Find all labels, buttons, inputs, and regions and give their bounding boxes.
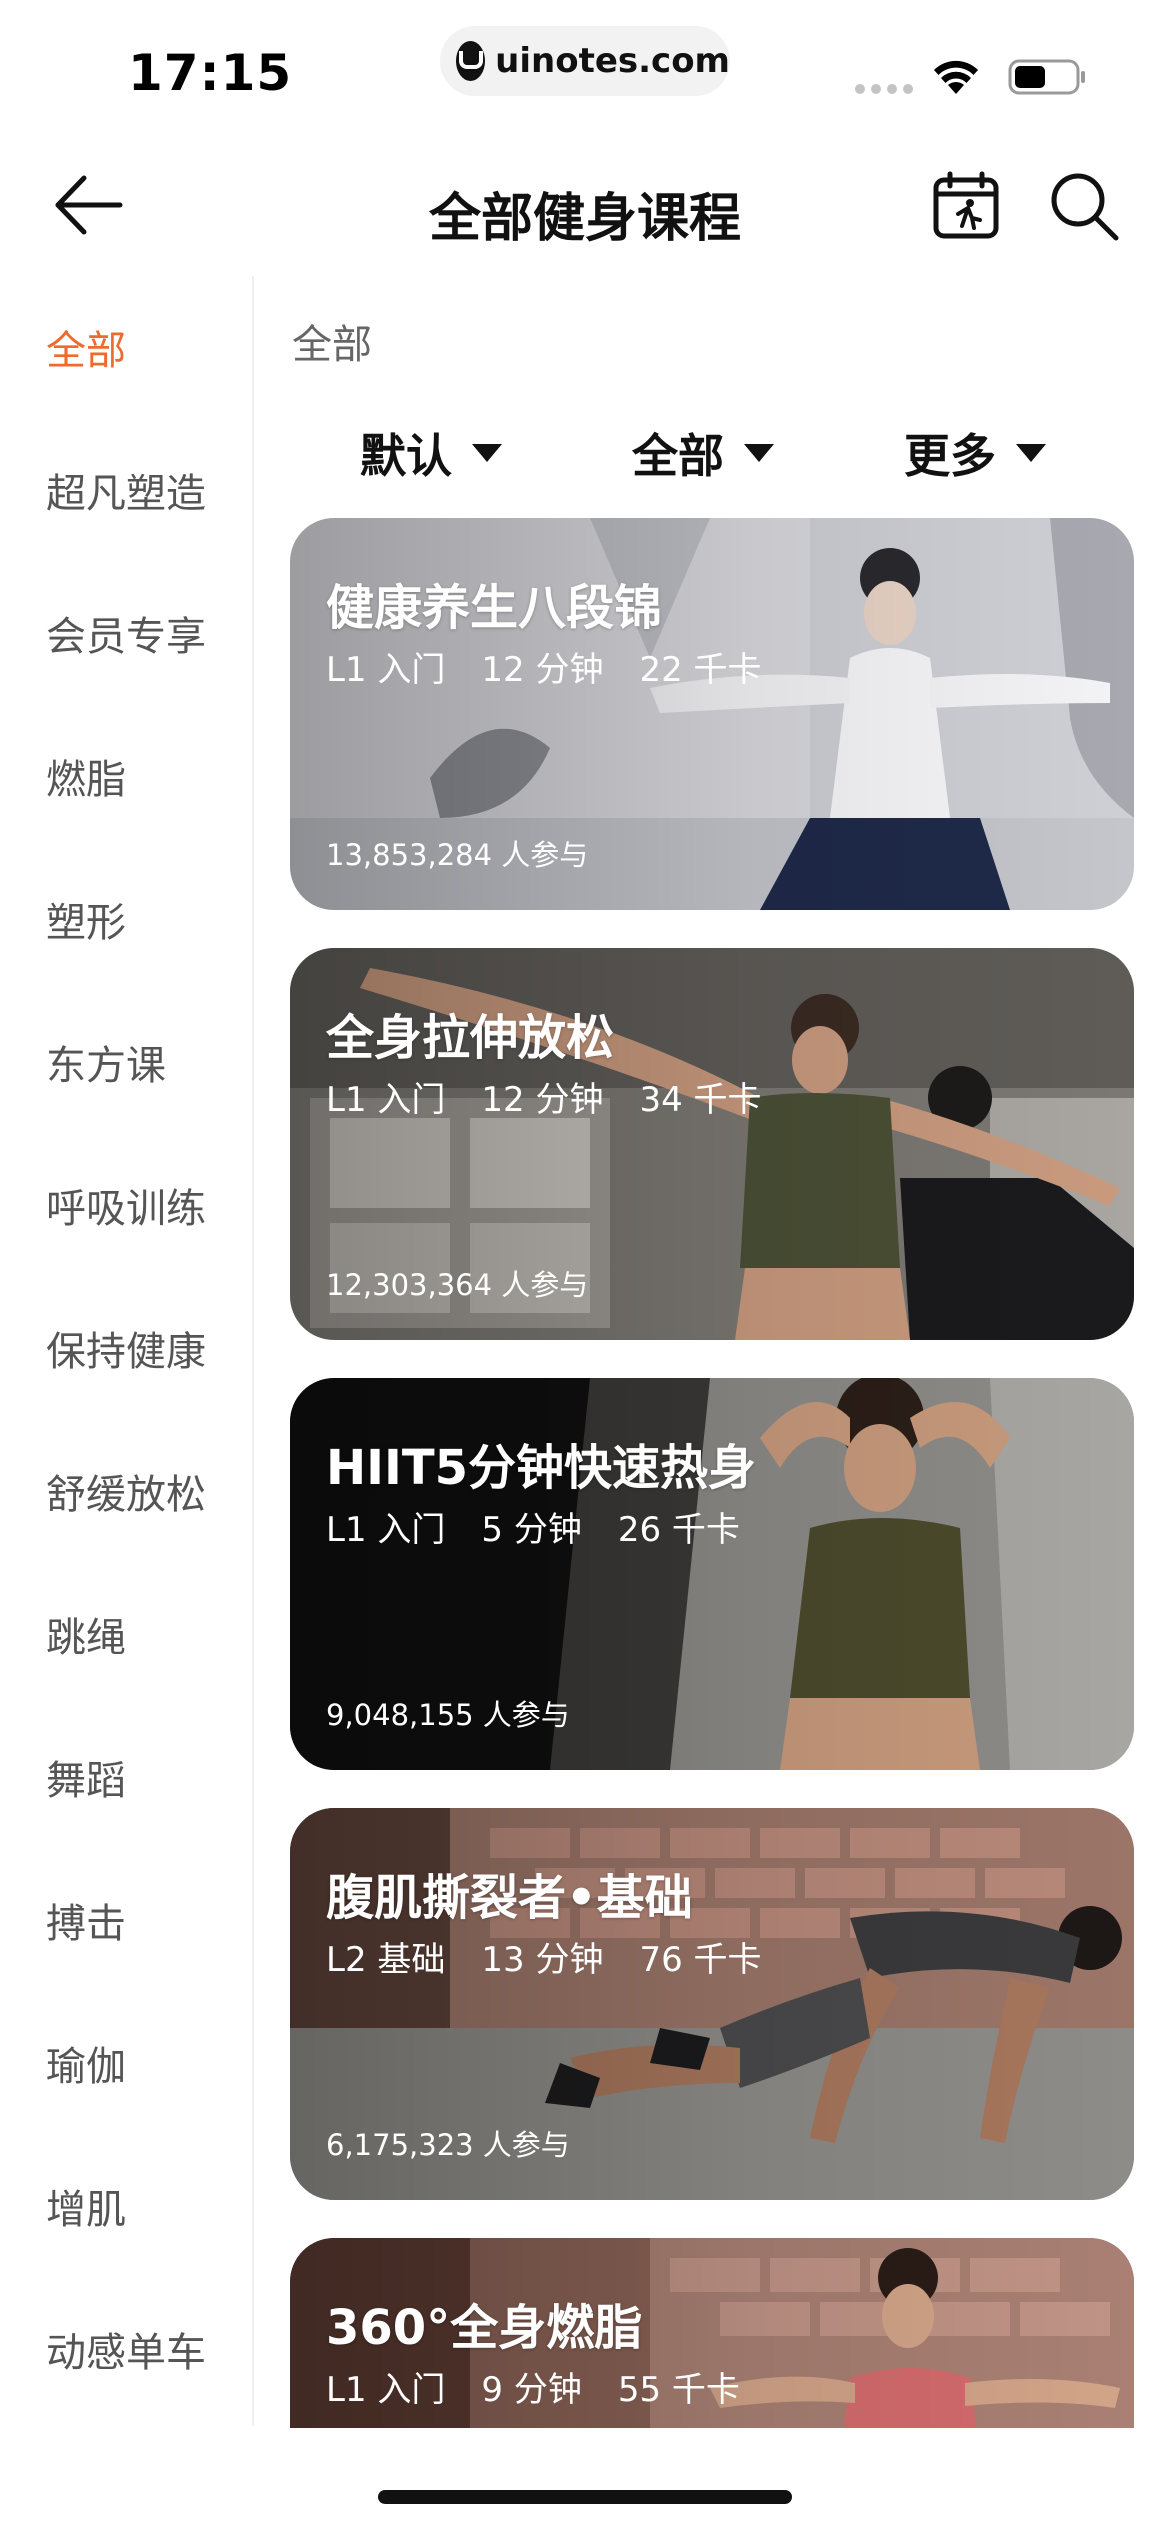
sidebar-item-all[interactable]: 全部 bbox=[46, 318, 126, 376]
course-meta: L1 入门 12 分钟 22 千卡 bbox=[326, 642, 762, 691]
course-calories: 26 千卡 bbox=[617, 1510, 740, 1550]
wifi-icon bbox=[934, 60, 978, 94]
course-meta: L1 入门 9 分钟 55 千卡 bbox=[326, 2362, 740, 2411]
sort-filter[interactable]: 默认 bbox=[360, 420, 502, 486]
course-title: 腹肌撕裂者•基础 bbox=[326, 1870, 693, 1926]
url-text: uinotes.com bbox=[495, 41, 730, 81]
course-title: 健康养生八段锦 bbox=[326, 580, 663, 636]
course-card[interactable]: 腹肌撕裂者•基础 L2 基础 13 分钟 76 千卡 6,175,323 人参与 bbox=[290, 1808, 1134, 2200]
calendar-run-icon[interactable] bbox=[930, 170, 1002, 242]
sidebar-item-breathing[interactable]: 呼吸训练 bbox=[46, 1176, 206, 1234]
sidebar-item-spinning[interactable]: 动感单车 bbox=[46, 2320, 206, 2378]
course-participants: 6,175,323 人参与 bbox=[326, 2128, 570, 2162]
course-level: L1 入门 bbox=[326, 1080, 446, 1120]
course-card[interactable]: 全身拉伸放松 L1 入门 12 分钟 34 千卡 12,303,364 人参与 bbox=[290, 948, 1134, 1340]
sort-filter-label: 默认 bbox=[360, 429, 452, 483]
category-sidebar: 全部 超凡塑造 会员专享 燃脂 塑形 东方课 呼吸训练 保持健康 舒缓放松 跳绳… bbox=[0, 276, 254, 2426]
course-meta: L2 基础 13 分钟 76 千卡 bbox=[326, 1932, 762, 1981]
sidebar-item-stay-healthy[interactable]: 保持健康 bbox=[46, 1319, 206, 1377]
course-participants: 13,853,284 人参与 bbox=[326, 838, 589, 872]
course-calories: 34 千卡 bbox=[639, 1080, 762, 1120]
course-title: 360°全身燃脂 bbox=[326, 2300, 643, 2356]
sidebar-item-eastern[interactable]: 东方课 bbox=[46, 1033, 166, 1091]
status-bar: 17:15 uinotes.com bbox=[0, 0, 1170, 140]
nav-bar: 全部健身课程 bbox=[0, 140, 1170, 270]
course-meta: L1 入门 5 分钟 26 千卡 bbox=[326, 1502, 740, 1551]
course-duration: 5 分钟 bbox=[481, 1510, 582, 1550]
caret-down-icon bbox=[472, 444, 502, 462]
sidebar-item-shaping-premium[interactable]: 超凡塑造 bbox=[46, 461, 206, 519]
home-indicator[interactable] bbox=[378, 2490, 792, 2504]
more-filter-label: 更多 bbox=[904, 429, 996, 483]
course-calories: 22 千卡 bbox=[639, 650, 762, 690]
course-meta: L1 入门 12 分钟 34 千卡 bbox=[326, 1072, 762, 1121]
battery-icon bbox=[1008, 59, 1085, 95]
course-level: L1 入门 bbox=[326, 650, 446, 690]
status-time: 17:15 bbox=[128, 44, 293, 102]
course-card[interactable]: 健康养生八段锦 L1 入门 12 分钟 22 千卡 13,853,284 人参与 bbox=[290, 518, 1134, 910]
section-title: 全部 bbox=[292, 322, 372, 368]
type-filter-label: 全部 bbox=[632, 429, 724, 483]
sidebar-item-yoga[interactable]: 瑜伽 bbox=[46, 2034, 126, 2092]
course-card[interactable]: HIIT5分钟快速热身 L1 入门 5 分钟 26 千卡 9,048,155 人… bbox=[290, 1378, 1134, 1770]
course-duration: 9 分钟 bbox=[481, 2370, 582, 2410]
type-filter[interactable]: 全部 bbox=[632, 420, 774, 486]
sidebar-item-muscle[interactable]: 增肌 bbox=[46, 2177, 126, 2235]
course-duration: 12 分钟 bbox=[481, 650, 604, 690]
course-title: 全身拉伸放松 bbox=[326, 1010, 615, 1066]
course-participants: 9,048,155 人参与 bbox=[326, 1698, 570, 1732]
sidebar-item-combat[interactable]: 搏击 bbox=[46, 1891, 126, 1949]
course-list: 健康养生八段锦 L1 入门 12 分钟 22 千卡 13,853,284 人参与 bbox=[290, 518, 1134, 2428]
filter-row: 默认 全部 更多 bbox=[292, 420, 1132, 500]
caret-down-icon bbox=[744, 444, 774, 462]
course-level: L1 入门 bbox=[326, 2370, 446, 2410]
course-calories: 76 千卡 bbox=[639, 1940, 762, 1980]
sidebar-item-fat-burn[interactable]: 燃脂 bbox=[46, 747, 126, 805]
course-participants: 12,303,364 人参与 bbox=[326, 1268, 589, 1302]
sidebar-item-body-shaping[interactable]: 塑形 bbox=[46, 890, 126, 948]
course-level: L1 入门 bbox=[326, 1510, 446, 1550]
course-duration: 12 分钟 bbox=[481, 1080, 604, 1120]
url-pill[interactable]: uinotes.com bbox=[440, 26, 730, 96]
sidebar-item-relax[interactable]: 舒缓放松 bbox=[46, 1462, 206, 1520]
more-filter[interactable]: 更多 bbox=[904, 420, 1046, 486]
sidebar-item-jump-rope[interactable]: 跳绳 bbox=[46, 1605, 126, 1663]
course-card[interactable]: 360°全身燃脂 L1 入门 9 分钟 55 千卡 bbox=[290, 2238, 1134, 2428]
site-logo-icon bbox=[456, 41, 486, 81]
course-calories: 55 千卡 bbox=[617, 2370, 740, 2410]
course-title: HIIT5分钟快速热身 bbox=[326, 1440, 757, 1496]
search-icon[interactable] bbox=[1046, 168, 1122, 244]
cellular-signal-icon bbox=[855, 84, 913, 94]
caret-down-icon bbox=[1016, 444, 1046, 462]
course-duration: 13 分钟 bbox=[481, 1940, 604, 1980]
sidebar-item-dance[interactable]: 舞蹈 bbox=[46, 1748, 126, 1806]
course-level: L2 基础 bbox=[326, 1940, 446, 1980]
sidebar-item-members-only[interactable]: 会员专享 bbox=[46, 604, 206, 662]
